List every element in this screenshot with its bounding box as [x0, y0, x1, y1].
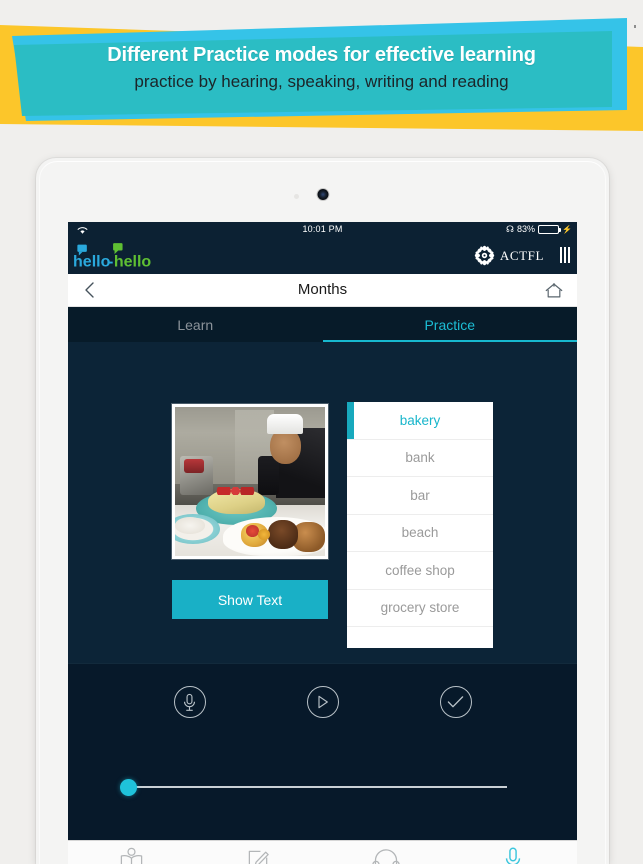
- tabbar-item-speak[interactable]: [450, 841, 577, 864]
- word-list-item-3[interactable]: beach: [347, 515, 493, 553]
- word-label: bank: [405, 450, 434, 465]
- three-bars-icon[interactable]: [560, 247, 570, 263]
- charging-bolt-icon: ⚡: [562, 225, 572, 234]
- playback-slider[interactable]: [113, 776, 533, 798]
- word-label: coffee shop: [385, 563, 455, 578]
- word-label: beach: [402, 525, 439, 540]
- promo-banner: Different Practice modes for effective l…: [0, 0, 643, 140]
- bluetooth-icon: ☊: [506, 225, 514, 234]
- svg-text:hello: hello: [73, 252, 111, 270]
- tabbar-item-listen[interactable]: [323, 841, 450, 864]
- check-button[interactable]: [440, 686, 472, 718]
- app-brand-bar: hello - hello: [68, 239, 577, 274]
- recording-controls-area: [68, 663, 577, 840]
- ambient-sensor: [294, 194, 299, 199]
- tabbar-item-write[interactable]: [195, 841, 322, 864]
- open-book-reader-icon: [118, 847, 145, 864]
- ios-status-bar: 10:01 PM ☊ 83% ⚡: [68, 222, 577, 239]
- play-icon: [316, 695, 329, 709]
- word-list-item-partial[interactable]: [347, 627, 493, 648]
- tabbar-item-learn[interactable]: [68, 841, 195, 864]
- banner-text-block: Different Practice modes for effective l…: [0, 42, 643, 95]
- word-list-item-5[interactable]: grocery store: [347, 590, 493, 628]
- show-text-button[interactable]: Show Text: [172, 580, 328, 619]
- check-circle-icon: [447, 695, 464, 709]
- word-label: bakery: [400, 413, 441, 428]
- practice-image-frame: [172, 404, 328, 559]
- slider-thumb[interactable]: [120, 779, 137, 796]
- pencil-square-icon: [246, 847, 271, 864]
- page-title: Months: [68, 281, 577, 298]
- battery-percent-label: 83%: [517, 224, 535, 234]
- tab-practice-label: Practice: [424, 317, 475, 333]
- svg-text:-: -: [108, 252, 113, 270]
- actfl-label: ACTFL: [500, 248, 544, 264]
- tab-learn[interactable]: Learn: [68, 307, 323, 342]
- bottom-tab-bar: [68, 840, 577, 864]
- actfl-rosette-icon: [474, 245, 495, 266]
- mode-tabs: Learn Practice: [68, 307, 577, 342]
- banner-corner-dot: [634, 25, 636, 28]
- word-list-item-2[interactable]: bar: [347, 477, 493, 515]
- bar-2: [564, 247, 566, 263]
- practice-content-area: Show Text bakery bank bar beach coffee s…: [68, 342, 577, 663]
- navigation-bar: Months: [68, 274, 577, 307]
- word-choice-list[interactable]: bakery bank bar beach coffee shop grocer…: [347, 402, 493, 648]
- microphone-icon: [504, 847, 522, 864]
- microphone-icon: [182, 693, 197, 712]
- hello-hello-logo[interactable]: hello - hello: [73, 243, 159, 271]
- word-label: bar: [410, 488, 430, 503]
- svg-text:hello: hello: [114, 252, 152, 270]
- tab-practice[interactable]: Practice: [323, 307, 578, 342]
- record-button[interactable]: [174, 686, 206, 718]
- status-right-group: ☊ 83% ⚡: [506, 224, 572, 234]
- actfl-partner-logo: ACTFL: [474, 245, 544, 266]
- battery-icon: [538, 225, 559, 234]
- word-list-item-1[interactable]: bank: [347, 440, 493, 478]
- word-list-item-0[interactable]: bakery: [347, 402, 493, 440]
- front-camera-icon: [317, 189, 328, 200]
- status-clock: 10:01 PM: [68, 224, 577, 234]
- practice-image: [175, 407, 325, 556]
- banner-subtitle: practice by hearing, speaking, writing a…: [0, 69, 643, 95]
- play-button[interactable]: [307, 686, 339, 718]
- word-label: grocery store: [381, 600, 460, 615]
- slider-track[interactable]: [127, 786, 507, 788]
- word-list-item-4[interactable]: coffee shop: [347, 552, 493, 590]
- home-icon[interactable]: [544, 281, 564, 300]
- tablet-device-frame: 10:01 PM ☊ 83% ⚡ hello - hello: [36, 158, 609, 864]
- show-text-button-label: Show Text: [218, 592, 282, 608]
- tablet-screen: 10:01 PM ☊ 83% ⚡ hello - hello: [68, 222, 577, 864]
- control-buttons-row: [68, 686, 577, 718]
- banner-title: Different Practice modes for effective l…: [0, 42, 643, 68]
- bar-1: [560, 247, 562, 263]
- tab-learn-label: Learn: [177, 317, 213, 333]
- headphones-icon: [372, 849, 400, 864]
- bar-3: [568, 247, 570, 263]
